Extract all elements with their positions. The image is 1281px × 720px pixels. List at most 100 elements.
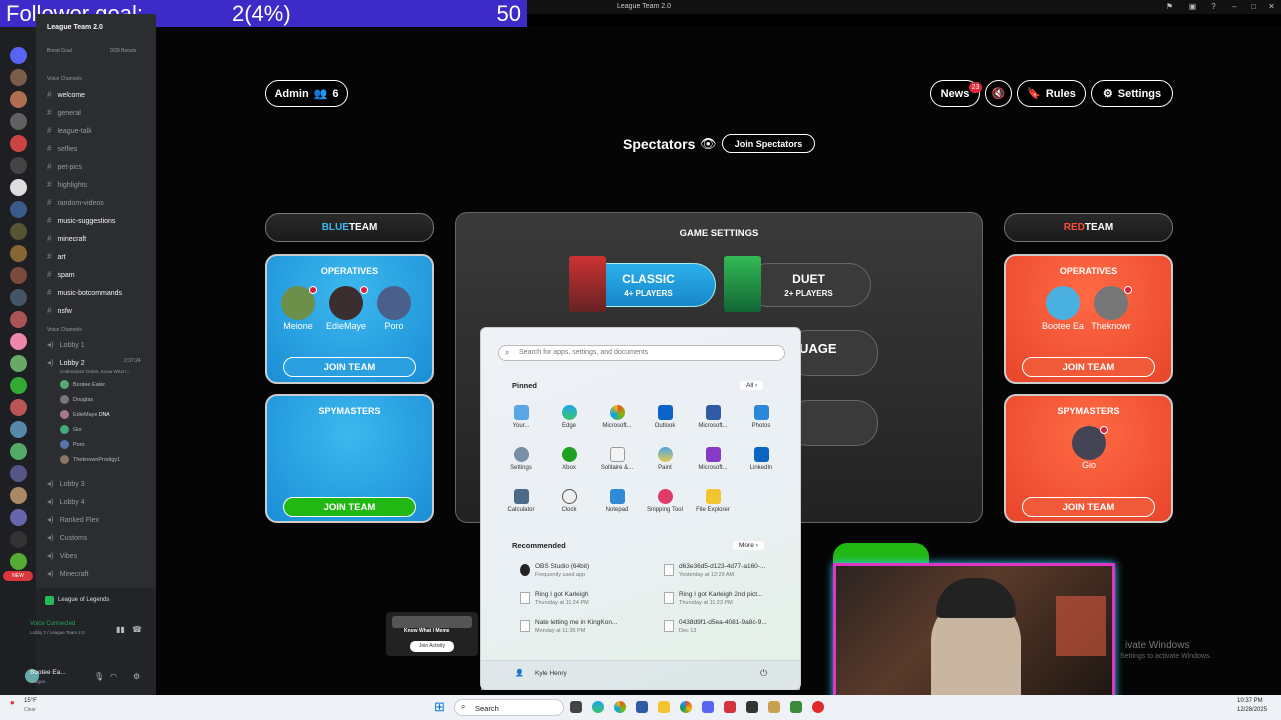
pinned-app-file-explorer[interactable]: File Explorer xyxy=(689,489,737,513)
voice-user[interactable]: EdieMaye DNA xyxy=(60,410,110,419)
channel-selfies[interactable]: # selfies xyxy=(47,144,77,153)
server-icon[interactable] xyxy=(10,377,27,394)
pinned-app[interactable]: Microsoft... xyxy=(593,405,641,429)
more-button[interactable]: More › xyxy=(733,541,764,550)
server-icon[interactable] xyxy=(10,245,27,262)
server-icon[interactable] xyxy=(10,487,27,504)
server-icon[interactable] xyxy=(10,113,27,130)
current-activity[interactable]: League of Legends xyxy=(58,597,109,603)
pinned-app[interactable]: Microsoft... xyxy=(689,405,737,429)
voice-lobby-3[interactable]: ◂) Lobby 3 xyxy=(47,479,85,488)
weather-icon[interactable]: ● xyxy=(10,698,15,707)
voice-user[interactable]: Gio xyxy=(60,425,82,434)
pinned-app-solitaire[interactable]: Solitaire &... xyxy=(593,447,641,471)
server-name[interactable]: League Team 2.0 xyxy=(47,24,103,31)
voice-user[interactable]: TheknownProdigy1 xyxy=(60,455,120,464)
voice-ranked-flex[interactable]: ◂) Ranked Flex xyxy=(47,515,99,524)
pinned-app-clock[interactable]: Clock xyxy=(545,489,593,513)
pinned-app-edge[interactable]: Edge xyxy=(545,405,593,429)
duet-mode-button[interactable]: DUET 2+ PLAYERS xyxy=(746,263,871,307)
pinned-app-settings[interactable]: Settings xyxy=(497,447,545,471)
pinned-app-snipping-tool[interactable]: Snipping Tool xyxy=(641,489,689,513)
task-view-icon[interactable] xyxy=(570,701,582,713)
gear-icon[interactable]: ⚙ xyxy=(133,672,140,681)
mute-button[interactable]: 🔇 xyxy=(985,80,1012,107)
join-activity-button[interactable]: Join Activity xyxy=(410,641,454,652)
pinned-app-linkedin[interactable]: LinkedIn xyxy=(737,447,785,471)
pinned-app-calculator[interactable]: Calculator xyxy=(497,489,545,513)
text-channels-header[interactable]: Voice Channels xyxy=(47,76,82,82)
close-icon[interactable]: ✕ xyxy=(1267,2,1276,11)
server-icon[interactable] xyxy=(10,421,27,438)
server-icon[interactable] xyxy=(10,91,27,108)
voice-user[interactable]: Poro xyxy=(60,440,85,449)
channel-art[interactable]: # art xyxy=(47,252,66,261)
join-team-button[interactable]: JOIN TEAM xyxy=(1022,357,1155,377)
recommended-item[interactable]: Ring I got Karleigh Thursday at 11:24 PM xyxy=(520,591,665,606)
recommended-item[interactable]: d63e36d5-d123-4d77-a160-... Yesterday at … xyxy=(664,563,809,578)
pinned-app-outlook[interactable]: Outlook xyxy=(641,405,689,429)
channel-welcome[interactable]: # welcome xyxy=(47,90,85,99)
weather-temp[interactable]: 15°F xyxy=(24,698,37,704)
server-icon[interactable] xyxy=(10,135,27,152)
voice-lobby-1[interactable]: ◂) Lobby 1 xyxy=(47,340,85,349)
microphone-icon[interactable]: 🎙 xyxy=(94,672,104,681)
signal-icon[interactable]: ▮▮ xyxy=(116,625,125,634)
join-team-button[interactable]: JOIN TEAM xyxy=(283,497,416,517)
voice-vibes[interactable]: ◂) Vibes xyxy=(47,551,77,560)
chrome-icon[interactable] xyxy=(680,701,692,713)
server-icon[interactable] xyxy=(10,69,27,86)
server-icon[interactable] xyxy=(10,443,27,460)
server-icon[interactable] xyxy=(10,399,27,416)
recommended-item[interactable]: OBS Studio (64bit) Frequently used app xyxy=(520,563,665,578)
pinned-app-paint[interactable]: Paint xyxy=(641,447,689,471)
gift-icon[interactable]: ▣ xyxy=(1188,2,1197,11)
maximize-icon[interactable]: □ xyxy=(1249,2,1258,11)
server-icon[interactable] xyxy=(10,179,27,196)
help-icon[interactable]: ? xyxy=(1209,2,1218,11)
server-icon[interactable] xyxy=(10,355,27,372)
voice-lobby-2[interactable]: ◂) Lobby 2 xyxy=(47,358,85,367)
server-icon[interactable] xyxy=(10,333,27,350)
channel-league-talk[interactable]: # league-talk xyxy=(47,126,92,135)
app-icon[interactable] xyxy=(746,701,758,713)
flag-icon[interactable]: ⚑ xyxy=(1165,2,1174,11)
discord-icon[interactable] xyxy=(702,701,714,713)
power-icon[interactable]: ⏻ xyxy=(760,668,767,679)
server-icon[interactable] xyxy=(10,553,27,570)
folder-icon[interactable] xyxy=(658,701,670,713)
channel-pet-pics[interactable]: # pet-pics xyxy=(47,162,82,171)
pinned-app[interactable]: Microsoft... xyxy=(689,447,737,471)
server-icon[interactable] xyxy=(10,509,27,526)
channel-highlights[interactable]: # highlights xyxy=(47,180,87,189)
voice-minecraft[interactable]: ◂) Minecraft xyxy=(47,569,88,578)
channel-spam[interactable]: # spam xyxy=(47,270,75,279)
app-icon[interactable] xyxy=(724,701,736,713)
minimize-icon[interactable]: – xyxy=(1230,2,1239,11)
join-team-button[interactable]: JOIN TEAM xyxy=(1022,497,1155,517)
recommended-item[interactable]: Ring I got Karleigh 2nd pict... Thursday … xyxy=(664,591,809,606)
rules-button[interactable]: 🔖 Rules xyxy=(1017,80,1086,107)
app-icon[interactable] xyxy=(768,701,780,713)
start-game-button[interactable] xyxy=(833,543,929,565)
admin-button[interactable]: Admin 👥 6 xyxy=(265,80,348,107)
start-search-input[interactable]: Search for apps, settings, and documents xyxy=(498,345,785,361)
disconnect-icon[interactable]: ☎ xyxy=(132,625,142,634)
clock-time[interactable]: 10:37 PM xyxy=(1237,698,1263,704)
all-apps-button[interactable]: All › xyxy=(740,381,764,390)
copilot-icon[interactable] xyxy=(614,701,626,713)
recommended-item[interactable]: 0438d9f1-d5ea-4081-9a8c-9... Dec 13 xyxy=(664,619,809,634)
join-team-button[interactable]: JOIN TEAM xyxy=(283,357,416,377)
server-icon[interactable] xyxy=(10,289,27,306)
pinned-app-photos[interactable]: Photos xyxy=(737,405,785,429)
voice-user[interactable]: Bootee Eater xyxy=(60,380,105,389)
recommended-item[interactable]: Nate letting me in KingKon... Monday at 1… xyxy=(520,619,665,634)
start-user-name[interactable]: Kyle Henry xyxy=(535,670,567,677)
voice-channels-header[interactable]: Voice Channels xyxy=(47,327,82,333)
channel-minecraft[interactable]: # minecraft xyxy=(47,234,86,243)
server-icon[interactable] xyxy=(10,201,27,218)
server-icon[interactable] xyxy=(10,465,27,482)
server-icon[interactable] xyxy=(10,311,27,328)
join-spectators-button[interactable]: Join Spectators xyxy=(722,134,815,153)
minecraft-icon[interactable] xyxy=(790,701,802,713)
